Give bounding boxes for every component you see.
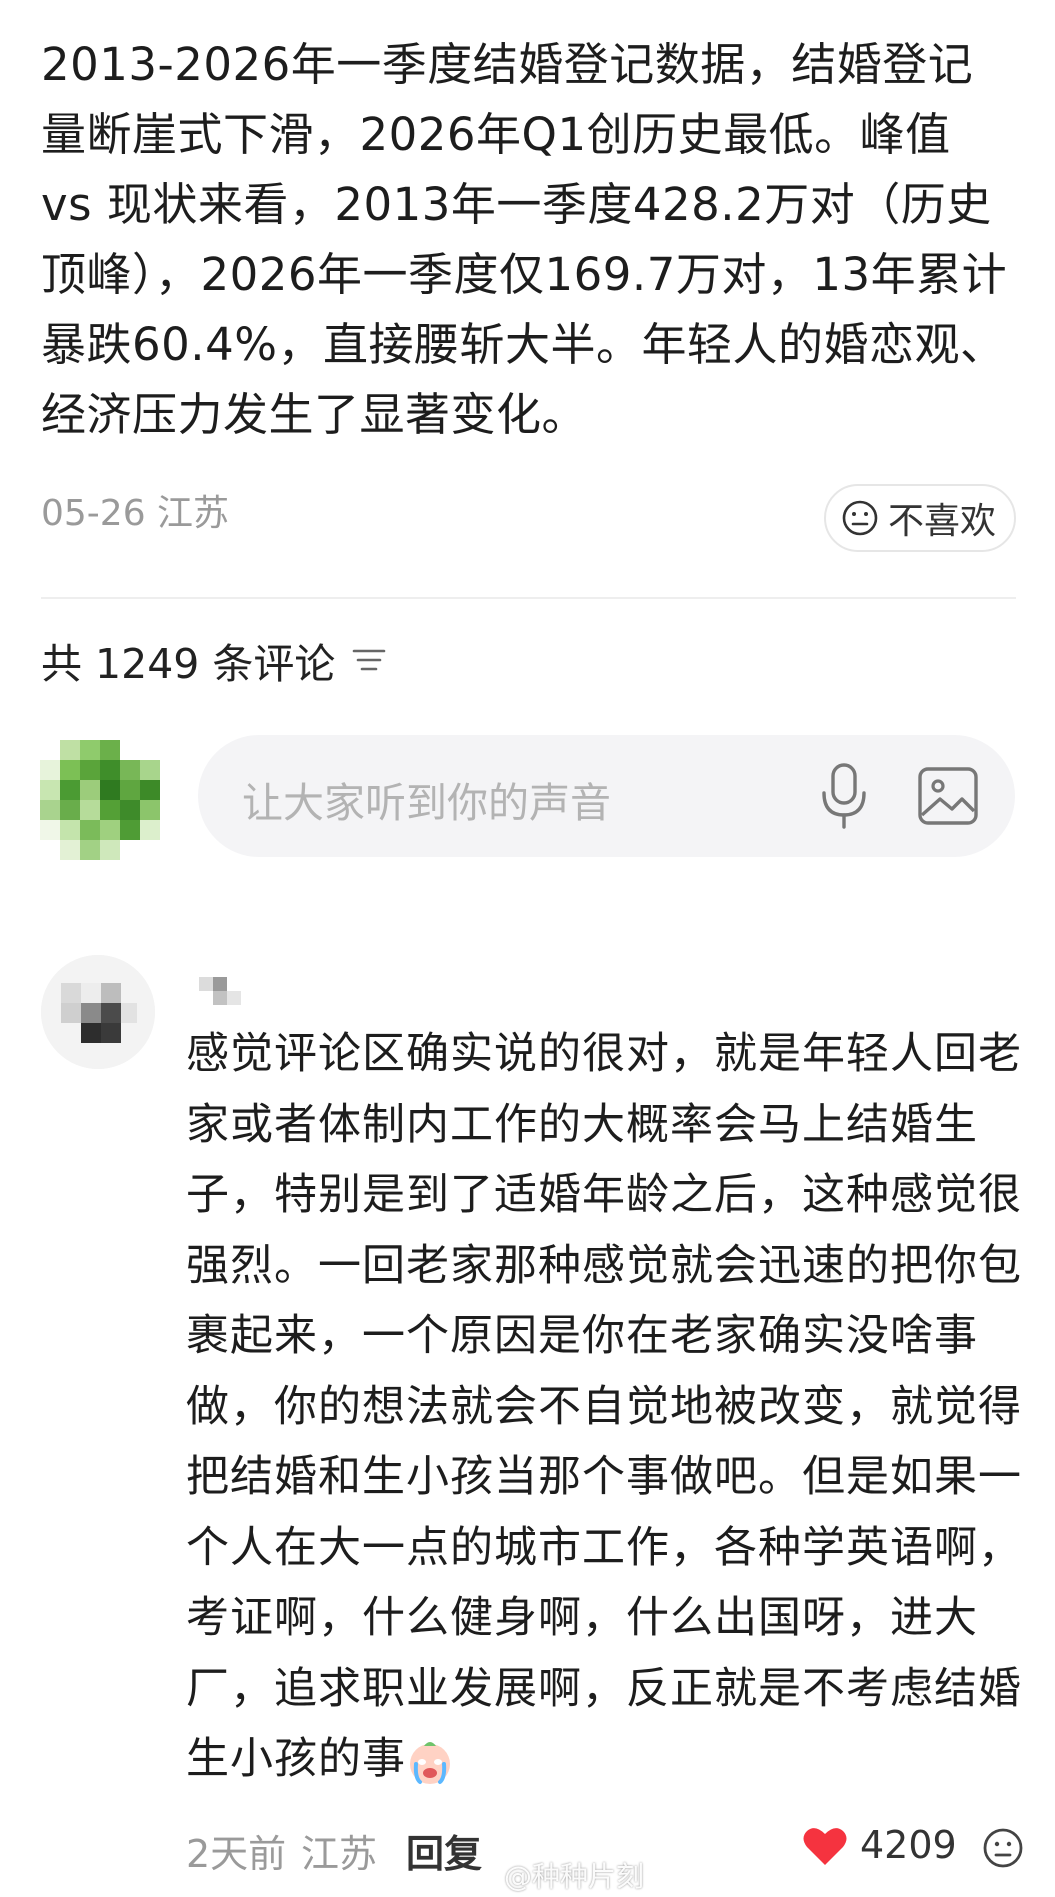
comment-count: 共 1249 条评论 [41,640,336,688]
dislike-button[interactable]: 不喜欢 [823,484,1016,552]
comment-text: 感觉评论区确实说的很对，就是年轻人回老家或者体制内工作的大概率会马上结婚生子，特… [186,1019,1046,1795]
comment-input-placeholder: 让大家听到你的声音 [242,779,611,827]
post-meta-row: 05-26 江苏 不喜欢 [41,478,1016,558]
weibo-icon [469,1865,496,1886]
watermark: @种种片刻 [468,1855,644,1895]
commenter-avatar[interactable] [41,955,155,1069]
post-date-location: 05-26 江苏 [41,493,230,534]
heart-icon[interactable] [802,1825,848,1867]
like-count: 4209 [860,1823,957,1867]
comment-body: 感觉评论区确实说的很对，就是年轻人回老家或者体制内工作的大概率会马上结婚生子，特… [186,1029,1022,1784]
neutral-face-icon [842,500,878,536]
my-avatar[interactable] [40,740,160,860]
image-icon[interactable] [916,765,980,827]
crying-face-icon [410,1741,450,1784]
microphone-icon[interactable] [816,761,872,831]
username-blurred[interactable] [199,977,249,1007]
comments-header: 共 1249 条评论 [41,630,387,690]
watermark-text: @种种片刻 [504,1860,645,1893]
dislike-label: 不喜欢 [887,501,996,542]
post-text: 2013-2026年一季度结婚登记数据，结婚登记量断崖式下滑，2026年Q1创历… [41,38,1008,441]
divider [41,597,1016,599]
comment-location: 江苏 [301,1832,378,1876]
sort-icon[interactable] [351,645,387,675]
comment-input[interactable]: 让大家听到你的声音 [198,735,1015,857]
neutral-face-icon[interactable] [982,1827,1024,1869]
comment-time: 2天前 [186,1832,287,1876]
